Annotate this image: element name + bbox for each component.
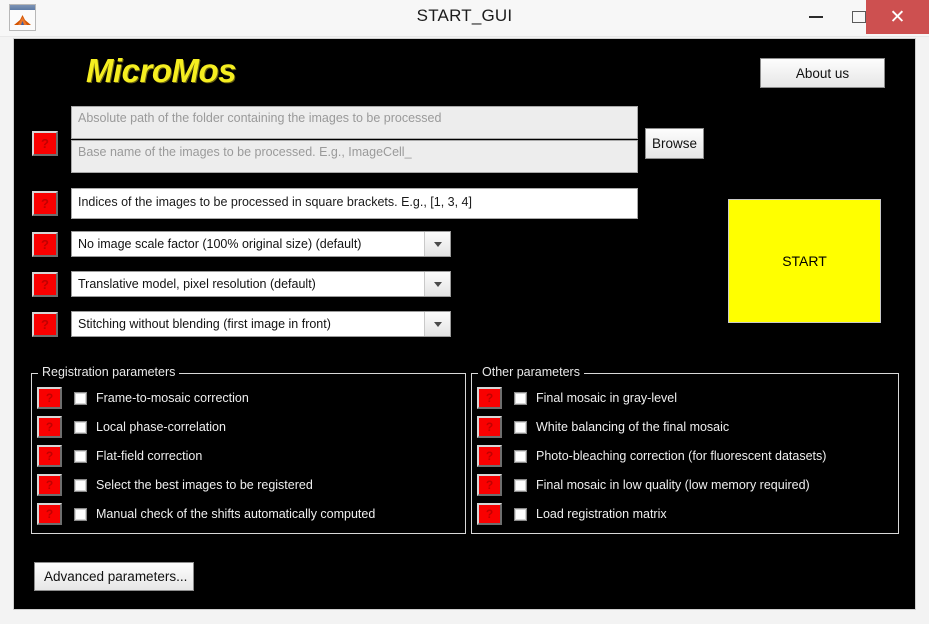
help-symbol: ? bbox=[45, 391, 54, 405]
label-select-best-images: Select the best images to be registered bbox=[96, 478, 313, 492]
label-flat-field-correction: Flat-field correction bbox=[96, 449, 203, 463]
other-row-2: ? Photo-bleaching correction (for fluore… bbox=[477, 444, 826, 468]
help-symbol: ? bbox=[45, 449, 54, 463]
label-white-balancing: White balancing of the final mosaic bbox=[536, 420, 730, 434]
app-window: START_GUI ✕ MicroMos About us ? Absolute… bbox=[0, 0, 929, 624]
about-us-button[interactable]: About us bbox=[760, 58, 885, 88]
label-local-phase-correlation: Local phase-correlation bbox=[96, 420, 226, 434]
minimize-button[interactable] bbox=[795, 0, 837, 34]
help-button-registration-model[interactable]: ? bbox=[32, 272, 58, 297]
registration-row-0: ? Frame-to-mosaic correction bbox=[37, 386, 249, 410]
help-symbol: ? bbox=[485, 420, 494, 434]
advanced-parameters-button[interactable]: Advanced parameters... bbox=[34, 562, 194, 591]
help-button-frame-to-mosaic[interactable]: ? bbox=[37, 387, 62, 409]
help-button-flat-field-correction[interactable]: ? bbox=[37, 445, 62, 467]
registration-parameters-panel: Registration parameters ? Frame-to-mosai… bbox=[31, 365, 466, 534]
help-symbol: ? bbox=[485, 507, 494, 521]
help-button-select-best-images[interactable]: ? bbox=[37, 474, 62, 496]
help-symbol: ? bbox=[41, 277, 49, 292]
other-row-1: ? White balancing of the final mosaic bbox=[477, 415, 729, 439]
help-symbol: ? bbox=[41, 136, 49, 151]
registration-row-2: ? Flat-field correction bbox=[37, 444, 202, 468]
label-frame-to-mosaic-correction: Frame-to-mosaic correction bbox=[96, 391, 249, 405]
label-load-registration-matrix: Load registration matrix bbox=[536, 507, 667, 521]
help-symbol: ? bbox=[45, 478, 54, 492]
registration-row-1: ? Local phase-correlation bbox=[37, 415, 226, 439]
browse-button[interactable]: Browse bbox=[645, 128, 704, 159]
other-parameters-panel: Other parameters ? Final mosaic in gray-… bbox=[471, 365, 899, 534]
title-bar: START_GUI ✕ bbox=[0, 0, 929, 37]
other-row-3: ? Final mosaic in low quality (low memor… bbox=[477, 473, 810, 497]
registration-model-dropdown[interactable]: Translative model, pixel resolution (def… bbox=[71, 271, 451, 297]
window-title: START_GUI bbox=[416, 6, 513, 25]
start-label: START bbox=[782, 253, 827, 269]
close-button[interactable]: ✕ bbox=[866, 0, 929, 34]
label-manual-check-shifts: Manual check of the shifts automatically… bbox=[96, 507, 376, 521]
label-final-mosaic-gray-level: Final mosaic in gray-level bbox=[536, 391, 678, 405]
blending-mode-dropdown[interactable]: Stitching without blending (first image … bbox=[71, 311, 451, 337]
help-button-scale-factor[interactable]: ? bbox=[32, 232, 58, 257]
help-symbol: ? bbox=[45, 507, 54, 521]
help-symbol: ? bbox=[485, 449, 494, 463]
chevron-down-icon bbox=[424, 232, 450, 256]
help-symbol: ? bbox=[485, 391, 494, 405]
other-row-4: ? Load registration matrix bbox=[477, 502, 667, 526]
checkbox-final-mosaic-gray-level[interactable] bbox=[514, 391, 527, 405]
help-button-paths[interactable]: ? bbox=[32, 131, 58, 156]
help-button-local-phase-correlation[interactable]: ? bbox=[37, 416, 62, 438]
minimize-icon bbox=[809, 16, 823, 18]
other-panel-legend: Other parameters bbox=[478, 365, 584, 379]
help-button-final-mosaic-gray[interactable]: ? bbox=[477, 387, 502, 409]
chevron-down-icon bbox=[424, 272, 450, 296]
about-us-label: About us bbox=[795, 65, 850, 81]
help-button-blending-mode[interactable]: ? bbox=[32, 312, 58, 337]
checkbox-flat-field-correction[interactable] bbox=[74, 449, 87, 463]
checkbox-local-phase-correlation[interactable] bbox=[74, 420, 87, 434]
registration-row-4: ? Manual check of the shifts automatical… bbox=[37, 502, 375, 526]
start-button[interactable]: START bbox=[728, 199, 881, 323]
registration-row-3: ? Select the best images to be registere… bbox=[37, 473, 313, 497]
help-button-load-registration-matrix[interactable]: ? bbox=[477, 503, 502, 525]
checkbox-frame-to-mosaic-correction[interactable] bbox=[74, 391, 87, 405]
help-button-white-balancing[interactable]: ? bbox=[477, 416, 502, 438]
help-symbol: ? bbox=[41, 317, 49, 332]
checkbox-final-mosaic-low-quality[interactable] bbox=[514, 478, 527, 492]
help-symbol: ? bbox=[45, 420, 54, 434]
help-symbol: ? bbox=[41, 237, 49, 252]
indices-input[interactable]: Indices of the images to be processed in… bbox=[71, 188, 638, 219]
scale-factor-value: No image scale factor (100% original siz… bbox=[78, 237, 362, 251]
app-logo: MicroMos bbox=[86, 52, 237, 89]
folder-path-input[interactable]: Absolute path of the folder containing t… bbox=[71, 106, 638, 139]
base-name-input[interactable]: Base name of the images to be processed.… bbox=[71, 140, 638, 173]
help-symbol: ? bbox=[485, 478, 494, 492]
checkbox-manual-check-shifts[interactable] bbox=[74, 507, 87, 521]
help-button-photo-bleaching[interactable]: ? bbox=[477, 445, 502, 467]
close-icon: ✕ bbox=[889, 6, 906, 28]
checkbox-select-best-images[interactable] bbox=[74, 478, 87, 492]
advanced-parameters-label: Advanced parameters... bbox=[44, 569, 188, 584]
blending-mode-value: Stitching without blending (first image … bbox=[78, 317, 331, 331]
browse-label: Browse bbox=[651, 136, 697, 151]
other-row-0: ? Final mosaic in gray-level bbox=[477, 386, 677, 410]
help-button-indices[interactable]: ? bbox=[32, 191, 58, 216]
maximize-icon bbox=[852, 11, 866, 23]
help-symbol: ? bbox=[41, 196, 49, 211]
help-button-manual-check-shifts[interactable]: ? bbox=[37, 503, 62, 525]
chevron-down-icon bbox=[424, 312, 450, 336]
scale-factor-dropdown[interactable]: No image scale factor (100% original siz… bbox=[71, 231, 451, 257]
checkbox-photo-bleaching-correction[interactable] bbox=[514, 449, 527, 463]
registration-panel-legend: Registration parameters bbox=[38, 365, 180, 379]
label-final-mosaic-low-quality: Final mosaic in low quality (low memory … bbox=[536, 478, 810, 492]
label-photo-bleaching-correction: Photo-bleaching correction (for fluoresc… bbox=[536, 449, 827, 463]
registration-model-value: Translative model, pixel resolution (def… bbox=[78, 277, 316, 291]
client-area: MicroMos About us ? Absolute path of the… bbox=[13, 38, 916, 610]
help-button-low-quality-mosaic[interactable]: ? bbox=[477, 474, 502, 496]
checkbox-load-registration-matrix[interactable] bbox=[514, 507, 527, 521]
checkbox-white-balancing[interactable] bbox=[514, 420, 527, 434]
